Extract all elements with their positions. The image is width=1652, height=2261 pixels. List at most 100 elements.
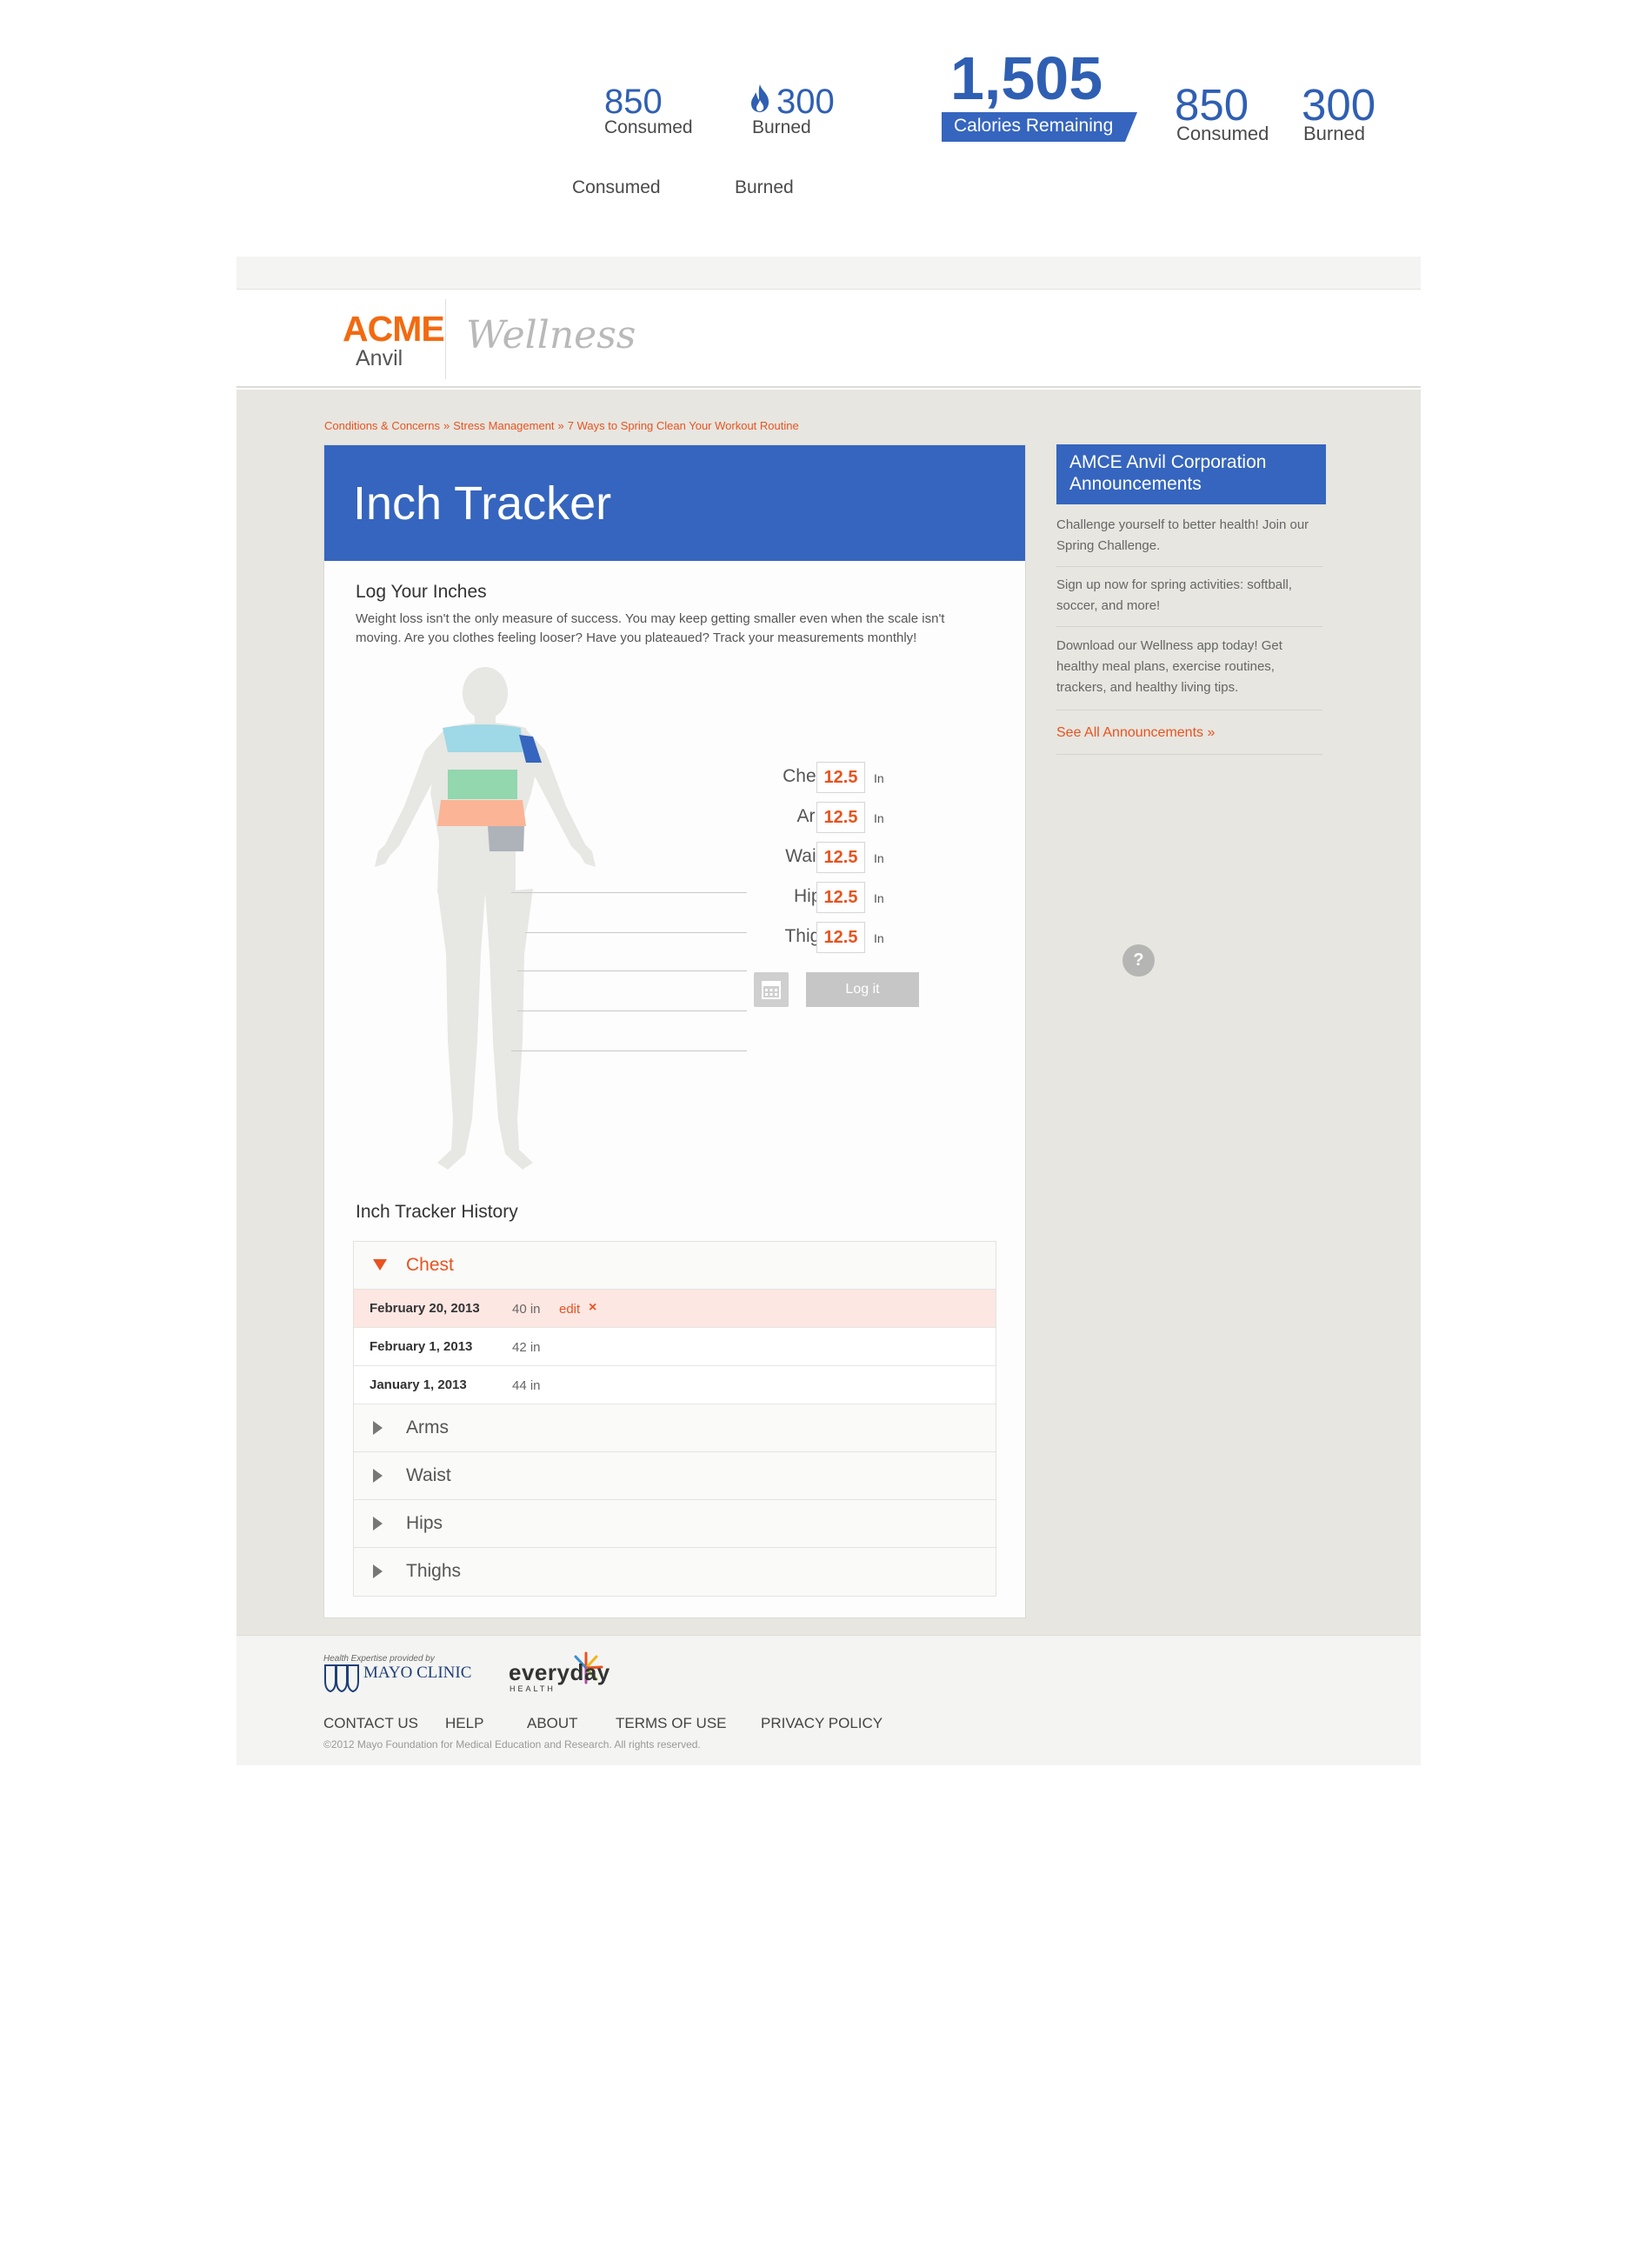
chest-region — [443, 724, 523, 752]
footer-link-contact-us[interactable]: CONTACT US — [323, 1715, 418, 1732]
section-label: Chest — [406, 1255, 454, 1275]
announcements-header: AMCE Anvil Corporation Announcements — [1056, 444, 1326, 504]
breadcrumb-item[interactable]: 7 Ways to Spring Clean Your Workout Rout… — [568, 419, 799, 432]
waist-input[interactable] — [816, 842, 865, 873]
history-section-arms[interactable]: Arms — [354, 1404, 996, 1452]
history-section-hips[interactable]: Hips — [354, 1500, 996, 1548]
measurement-row-chest: Chest In — [750, 762, 959, 793]
thigh-input[interactable] — [816, 922, 865, 953]
burned-label: Burned — [752, 117, 811, 137]
logo-primary: ACME — [343, 309, 445, 349]
summary-burned-label: Burned — [1303, 123, 1365, 144]
breadcrumb: Conditions & Concerns» Stress Management»… — [324, 419, 799, 432]
measurement-unit: In — [874, 851, 884, 865]
section-label: Waist — [406, 1465, 451, 1485]
logo-secondary: Anvil — [356, 346, 403, 370]
everyday-health-logo[interactable]: everyday — [509, 1659, 610, 1686]
delete-icon[interactable]: × — [589, 1300, 596, 1316]
history-entry-row: February 20, 2013 40 in edit × — [354, 1290, 996, 1328]
wellness-logo: Wellness — [466, 313, 636, 357]
entry-value: 42 in — [512, 1340, 541, 1355]
log-section-title: Log Your Inches — [356, 582, 487, 602]
body-diagram — [375, 667, 596, 1170]
measurement-unit: In — [874, 771, 884, 785]
measurement-unit: In — [874, 811, 884, 825]
entry-value: 44 in — [512, 1378, 541, 1393]
log-section-description: Weight loss isn't the only measure of su… — [356, 611, 945, 645]
history-section-thighs[interactable]: Thighs — [354, 1548, 996, 1596]
page-title: Inch Tracker — [353, 477, 612, 530]
log-it-button[interactable]: Log it — [806, 972, 919, 1007]
waist-region — [448, 770, 517, 799]
history-title: Inch Tracker History — [356, 1202, 518, 1222]
everyday-health-sub: HEALTH — [510, 1684, 556, 1693]
hips-input[interactable] — [816, 882, 865, 913]
mayo-clinic-shield-icon — [324, 1664, 359, 1693]
history-section-chest[interactable]: Chest — [354, 1242, 996, 1290]
section-label: Hips — [406, 1513, 443, 1533]
calories-remaining-label: Calories Remaining — [954, 116, 1114, 136]
flame-icon — [751, 84, 769, 112]
announcement-item[interactable]: Download our Wellness app today! Get hea… — [1056, 636, 1322, 698]
consumed-value: 850 — [604, 83, 663, 121]
entry-date: February 20, 2013 — [370, 1301, 480, 1316]
triangle-down-icon — [373, 1259, 387, 1271]
breadcrumb-separator: » — [557, 419, 564, 432]
triangle-right-icon — [373, 1517, 383, 1531]
site-header: ACME Anvil Wellness — [236, 290, 1421, 388]
footer-link-privacy-policy[interactable]: PRIVACY POLICY — [761, 1715, 883, 1732]
divider — [1056, 626, 1322, 627]
calendar-icon — [762, 981, 781, 999]
summary-consumed-value: 850 — [1175, 80, 1249, 130]
stats-consumed-caption: Consumed — [572, 177, 661, 197]
footer-link-help[interactable]: HELP — [445, 1715, 483, 1732]
mayo-clinic-logo[interactable]: MAYO CLINIC — [363, 1664, 471, 1683]
thigh-region — [488, 826, 524, 851]
help-icon[interactable]: ? — [1122, 944, 1155, 977]
triangle-right-icon — [373, 1421, 383, 1435]
stats-burned-caption: Burned — [735, 177, 794, 197]
summary-burned-value: 300 — [1302, 80, 1376, 130]
announcement-item[interactable]: Challenge yourself to better health! Joi… — [1056, 515, 1322, 557]
breadcrumb-item[interactable]: Conditions & Concerns — [324, 419, 440, 432]
history-entry-row: February 1, 2013 42 in — [354, 1328, 996, 1366]
divider — [1056, 566, 1322, 567]
announcements-title: AMCE Anvil Corporation Announcements — [1069, 452, 1267, 494]
chest-leader-line — [511, 892, 747, 893]
measurement-row-arm: Arm In — [750, 802, 959, 833]
card-header: Inch Tracker — [324, 445, 1025, 561]
copyright-notice: ©2012 Mayo Foundation for Medical Educat… — [323, 1738, 701, 1751]
measurement-row-thigh: Thigh In — [750, 922, 959, 953]
history-accordion: Chest February 20, 2013 40 in edit × Feb… — [353, 1241, 996, 1597]
chest-input[interactable] — [816, 762, 865, 793]
logo-divider — [445, 299, 446, 379]
hips-leader-line — [517, 1010, 747, 1011]
footer-link-about[interactable]: ABOUT — [527, 1715, 578, 1732]
history-section-waist[interactable]: Waist — [354, 1452, 996, 1500]
triangle-right-icon — [373, 1564, 383, 1578]
top-utility-strip — [236, 257, 1421, 290]
inch-tracker-card: Inch Tracker Log Your Inches Weight loss… — [323, 444, 1026, 1618]
history-entry-row: January 1, 2013 44 in — [354, 1366, 996, 1404]
site-footer: Health Expertise provided by MAYO CLINIC… — [236, 1635, 1421, 1765]
date-picker-button[interactable] — [754, 972, 789, 1007]
measurement-row-hips: Hips In — [750, 882, 959, 913]
breadcrumb-item[interactable]: Stress Management — [453, 419, 554, 432]
entry-date: January 1, 2013 — [370, 1377, 467, 1392]
measurement-unit: In — [874, 891, 884, 905]
waist-leader-line — [517, 970, 747, 971]
entry-value: 40 in — [512, 1302, 541, 1317]
hips-region — [437, 800, 526, 826]
edit-link[interactable]: edit — [559, 1302, 580, 1317]
footer-link-terms-of-use[interactable]: TERMS OF USE — [616, 1715, 727, 1732]
measurement-row-waist: Waist In — [750, 842, 959, 873]
mayo-tagline: Health Expertise provided by — [323, 1654, 435, 1664]
arm-leader-line — [525, 932, 747, 933]
breadcrumb-separator: » — [443, 419, 450, 432]
see-all-announcements-link[interactable]: See All Announcements » — [1056, 725, 1215, 741]
thigh-leader-line — [511, 1050, 747, 1051]
burned-value: 300 — [776, 83, 835, 121]
announcement-item[interactable]: Sign up now for spring activities: softb… — [1056, 575, 1322, 617]
arm-input[interactable] — [816, 802, 865, 833]
divider — [1056, 754, 1322, 755]
